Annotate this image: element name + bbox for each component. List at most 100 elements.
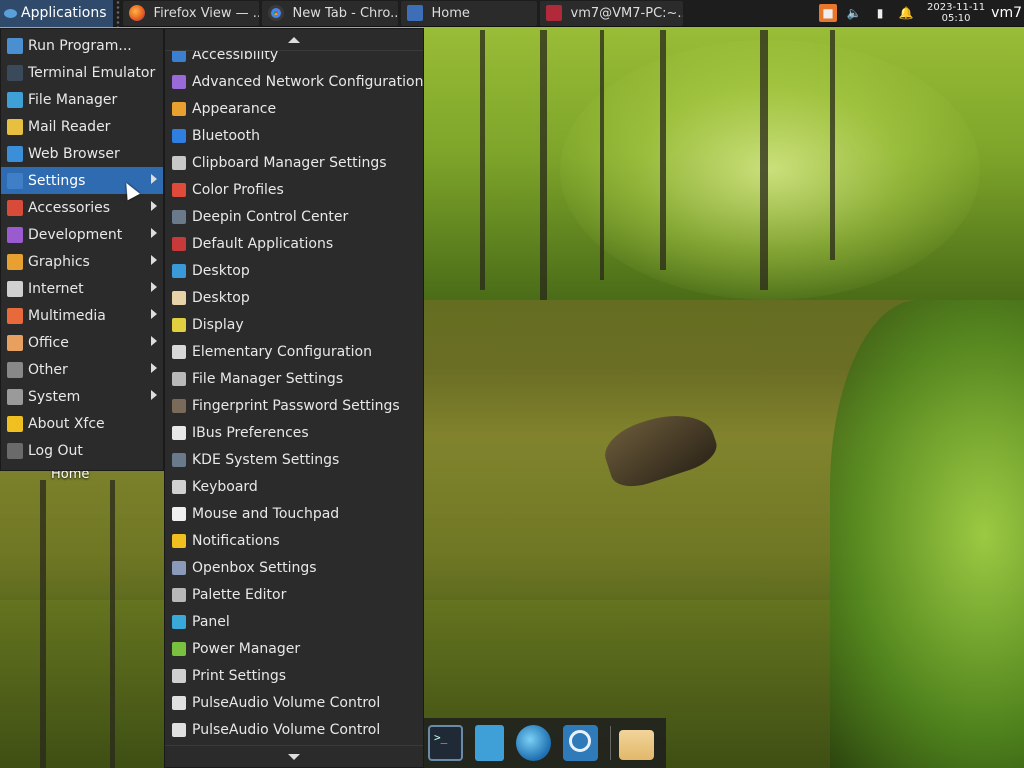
settings-item[interactable]: Panel — [165, 608, 423, 635]
menu-item-settings[interactable]: Settings — [1, 167, 163, 194]
settings-item[interactable]: File Manager Settings — [165, 365, 423, 392]
user-menu[interactable]: vm7 — [991, 5, 1024, 21]
menu-item-label: Graphics — [28, 253, 90, 270]
settings-item[interactable]: Advanced Network Configuration — [165, 68, 423, 95]
log-out-icon — [7, 442, 23, 459]
file-manager-icon — [7, 91, 23, 108]
menu-item-label: Development — [28, 226, 123, 243]
settings-item[interactable]: Display — [165, 311, 423, 338]
settings-item[interactable]: Power Manager — [165, 635, 423, 662]
bottom-dock — [424, 718, 666, 768]
settings-item[interactable]: Elementary Configuration — [165, 338, 423, 365]
settings-item[interactable]: KDE System Settings — [165, 446, 423, 473]
menu-item-label: System — [28, 388, 81, 405]
applications-menu: Run Program... Terminal Emulator File Mana… — [0, 28, 164, 471]
update-notifier-icon[interactable]: ■ — [819, 4, 838, 22]
submenu-scroll-up[interactable] — [165, 29, 423, 51]
menu-item-label: Run Program... — [28, 37, 132, 54]
settings-item[interactable]: Color Profiles — [165, 176, 423, 203]
menu-item-accessories[interactable]: Accessories — [1, 194, 163, 221]
menu-item-graphics[interactable]: Graphics — [1, 248, 163, 275]
development-icon — [7, 226, 23, 243]
settings-item-label: PulseAudio Volume Control — [192, 721, 381, 738]
multimedia-icon — [7, 307, 23, 324]
menu-item-about-xfce[interactable]: About Xfce — [1, 410, 163, 437]
volume-icon[interactable]: 🔈 — [845, 4, 863, 22]
settings-item-icon — [172, 209, 186, 224]
star-icon — [7, 415, 23, 432]
settings-item[interactable]: Openbox Settings — [165, 554, 423, 581]
notification-bell-icon[interactable]: 🔔 — [897, 4, 915, 22]
battery-icon[interactable]: ▮ — [871, 4, 889, 22]
menu-item-label: Web Browser — [28, 145, 120, 162]
menu-item-development[interactable]: Development — [1, 221, 163, 248]
task-terminal[interactable]: vm7@VM7-PC:~... — [539, 0, 683, 26]
settings-item[interactable]: Print Settings — [165, 662, 423, 689]
menu-item-label: Log Out — [28, 442, 83, 459]
settings-item-label: Deepin Control Center — [192, 208, 349, 225]
settings-item[interactable]: PulseAudio Volume Control — [165, 716, 423, 743]
app-finder-dock-icon[interactable] — [563, 725, 599, 761]
settings-item[interactable]: Clipboard Manager Settings — [165, 149, 423, 176]
menu-item-other[interactable]: Other — [1, 356, 163, 383]
office-icon — [7, 334, 23, 351]
menu-item-terminal-emulator[interactable]: Terminal Emulator — [1, 59, 163, 86]
settings-item[interactable]: Default Applications — [165, 230, 423, 257]
menu-item-web-browser[interactable]: Web Browser — [1, 140, 163, 167]
clock[interactable]: 2023-11-11 05:10 — [927, 2, 985, 24]
arrow-down-icon — [288, 753, 300, 760]
menu-item-run-program[interactable]: Run Program... — [1, 32, 163, 59]
settings-item-label: Palette Editor — [192, 586, 287, 603]
internet-icon — [7, 280, 23, 297]
settings-list: Accessibility Advanced Network Configurat… — [165, 41, 423, 743]
settings-item[interactable]: Appearance — [165, 95, 423, 122]
menu-item-mail-reader[interactable]: Mail Reader — [1, 113, 163, 140]
file-manager-dock-icon[interactable] — [475, 725, 505, 761]
settings-item[interactable]: Notifications — [165, 527, 423, 554]
settings-item-label: PulseAudio Volume Control — [192, 694, 381, 711]
menu-item-label: Other — [28, 361, 68, 378]
task-chrome[interactable]: New Tab - Chro... — [261, 0, 398, 26]
settings-item[interactable]: Bluetooth — [165, 122, 423, 149]
settings-item-icon — [172, 398, 186, 413]
run-icon — [7, 37, 23, 54]
submenu-arrow-icon — [151, 309, 157, 319]
settings-item-icon — [172, 533, 186, 548]
settings-icon — [7, 172, 23, 189]
settings-item[interactable]: Keyboard — [165, 473, 423, 500]
task-firefox[interactable]: Firefox View — ... — [122, 0, 259, 26]
menu-item-office[interactable]: Office — [1, 329, 163, 356]
settings-item-label: Mouse and Touchpad — [192, 505, 340, 522]
settings-item-icon — [172, 479, 186, 494]
settings-item-icon — [172, 263, 186, 278]
settings-item[interactable]: Deepin Control Center — [165, 203, 423, 230]
settings-item-label: Appearance — [192, 100, 277, 117]
folder-dock-icon[interactable] — [619, 730, 655, 760]
terminal-dock-icon[interactable] — [428, 725, 464, 761]
wallpaper-tree — [40, 480, 46, 768]
settings-item[interactable]: Palette Editor — [165, 581, 423, 608]
menu-item-log-out[interactable]: Log Out — [1, 437, 163, 464]
wallpaper-tree — [480, 30, 485, 290]
settings-item[interactable]: IBus Preferences — [165, 419, 423, 446]
settings-item[interactable]: Mouse and Touchpad — [165, 500, 423, 527]
submenu-scroll-down[interactable] — [165, 745, 423, 767]
xfce-mouse-icon — [3, 6, 18, 21]
dock-separator — [610, 726, 612, 760]
applications-menu-button[interactable]: Applications — [0, 0, 113, 27]
menu-item-file-manager[interactable]: File Manager — [1, 86, 163, 113]
settings-item[interactable]: Fingerprint Password Settings — [165, 392, 423, 419]
settings-item-icon — [172, 641, 186, 656]
settings-item[interactable]: PulseAudio Volume Control — [165, 689, 423, 716]
task-home[interactable]: Home — [400, 0, 537, 26]
settings-item[interactable]: Desktop — [165, 284, 423, 311]
menu-item-system[interactable]: System — [1, 383, 163, 410]
settings-item[interactable]: Desktop — [165, 257, 423, 284]
settings-item-label: Bluetooth — [192, 127, 260, 144]
menu-item-label: Settings — [28, 172, 86, 189]
menu-item-label: Office — [28, 334, 69, 351]
web-browser-dock-icon[interactable] — [516, 725, 552, 761]
menu-item-internet[interactable]: Internet — [1, 275, 163, 302]
task-label: vm7@VM7-PC:~... — [570, 5, 683, 21]
menu-item-multimedia[interactable]: Multimedia — [1, 302, 163, 329]
